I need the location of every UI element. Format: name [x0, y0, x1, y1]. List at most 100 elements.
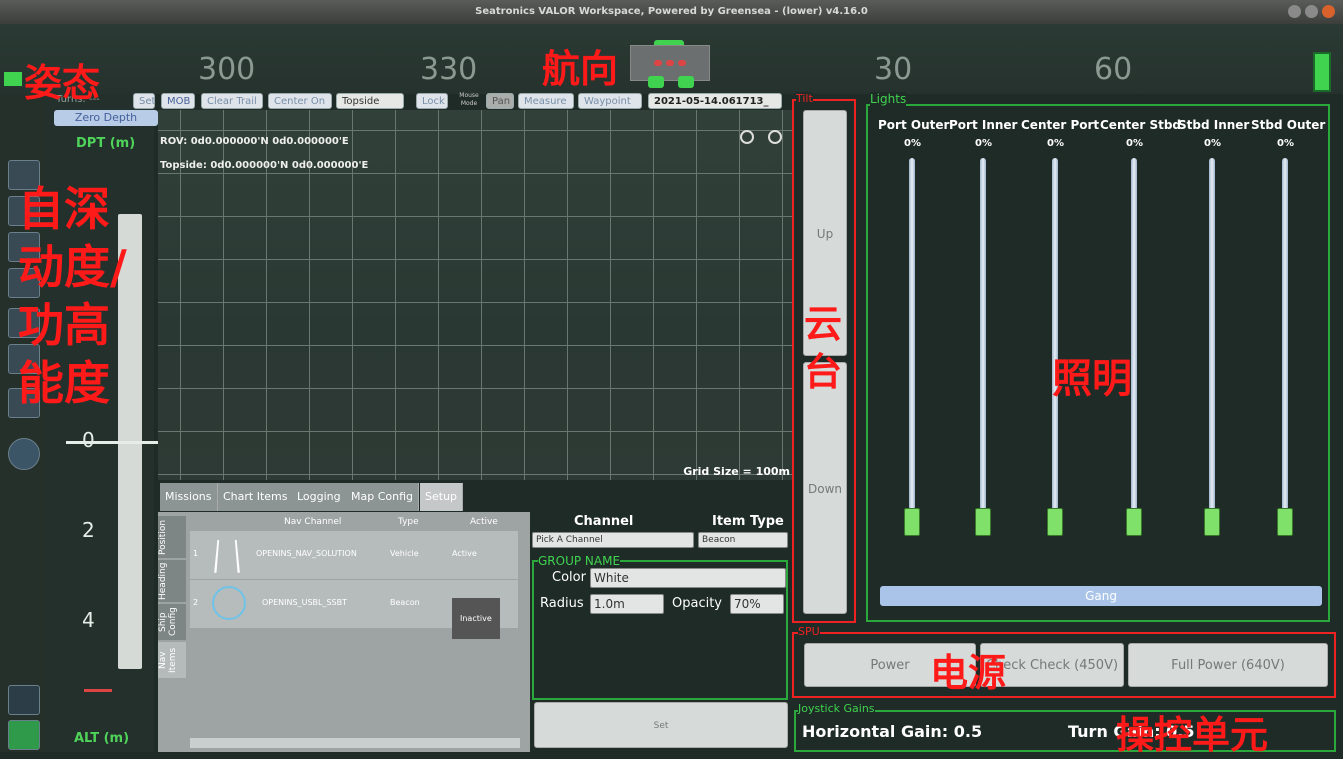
light-value: 0% [904, 138, 921, 149]
tab-missions[interactable]: Missions [160, 483, 218, 511]
light-slider-handle[interactable] [904, 508, 920, 536]
gang-toggle[interactable]: Gang [880, 586, 1322, 606]
grid-line [395, 110, 396, 480]
annotation-lighting: 照明 [1052, 356, 1132, 402]
window-title: Seatronics VALOR Workspace, Powered by G… [475, 6, 868, 17]
grid-line [567, 110, 568, 480]
table-row[interactable]: 1 OPENINS_NAV_SOLUTION Vehicle Active [190, 531, 518, 579]
light-value: 0% [1126, 138, 1143, 149]
grid-line [524, 110, 525, 480]
depth-scale-label: 4 [82, 608, 95, 632]
table-scrollbar[interactable] [190, 738, 520, 748]
annotation-heading: 航向 [542, 47, 619, 91]
tilt-down-button[interactable]: Down [803, 362, 847, 614]
light-slider-handle[interactable] [975, 508, 991, 536]
light-slider-track[interactable] [909, 158, 915, 518]
annotation-depth-altitude: 深度/高度 [64, 182, 127, 410]
light-slider-track[interactable] [980, 158, 986, 518]
set-group-button[interactable]: Set [534, 702, 788, 748]
light-label: Center Stbd [1100, 118, 1182, 132]
active-header: Active [470, 517, 498, 527]
channel-select[interactable]: Pick A Channel [532, 532, 694, 548]
light-slider-handle[interactable] [1277, 508, 1293, 536]
light-label: Stbd Outer [1251, 118, 1326, 132]
color-label: Color [552, 570, 586, 585]
pan-button[interactable]: Pan [486, 93, 514, 109]
annotation-power: 电源 [930, 651, 1007, 695]
heading-indicator [630, 45, 710, 81]
color-select[interactable]: White [590, 568, 786, 588]
nav-channel-header: Nav Channel [284, 517, 342, 527]
item-type-label: Item Type [712, 514, 784, 529]
depth-scale-label: 0 [82, 428, 95, 452]
zoom-in-icon[interactable] [740, 130, 754, 144]
close-button[interactable] [1322, 5, 1335, 18]
active-cell: Active [452, 549, 477, 558]
light-slider-handle[interactable] [1126, 508, 1142, 536]
opacity-spinbox[interactable]: 70% [730, 594, 784, 614]
beacon-icon [212, 586, 246, 620]
light-label: Port Inner [949, 118, 1018, 132]
channel-label: Channel [574, 514, 634, 529]
lock-button[interactable]: Lock [416, 93, 448, 109]
row-index: 2 [193, 598, 199, 607]
full-power-button[interactable]: Full Power (640V) [1128, 643, 1328, 687]
side-tab-heading[interactable]: Heading [158, 560, 186, 602]
center-target-select[interactable]: Topside [336, 93, 404, 109]
heading-marker-icon [648, 76, 664, 88]
side-tab-position[interactable]: Position [158, 516, 186, 558]
light-slider-track[interactable] [1209, 158, 1215, 518]
radius-spinbox[interactable]: 1.0m [590, 594, 664, 614]
status-icon[interactable] [8, 720, 40, 750]
light-label: Stbd Inner [1178, 118, 1250, 132]
grid-line [653, 110, 654, 480]
nav-channel-cell: OPENINS_NAV_SOLUTION [256, 549, 357, 558]
nav-map[interactable]: ROV: 0d0.000000'N 0d0.000000'E Topside: … [158, 110, 792, 480]
depth-gauge-pointer [66, 441, 162, 444]
light-slider-track[interactable] [1052, 158, 1058, 518]
minimize-button[interactable] [1288, 5, 1301, 18]
dpt-label: DPT (m) [76, 136, 136, 151]
light-label: Center Port [1021, 118, 1100, 132]
type-header: Type [398, 517, 419, 527]
heading-tick: 300 [198, 52, 256, 87]
group-name-title: GROUP NAME [538, 554, 621, 568]
zoom-out-icon[interactable] [768, 130, 782, 144]
panel-toggle-icon[interactable] [1313, 52, 1331, 92]
item-type-select[interactable]: Beacon [698, 532, 788, 548]
heading-tick: 330 [420, 52, 478, 87]
light-slider-track[interactable] [1131, 158, 1137, 518]
datetime-select[interactable]: 2021-05-14.061713_ [648, 93, 782, 109]
measure-button[interactable]: Measure [518, 93, 574, 109]
tab-logging[interactable]: Logging [292, 483, 347, 511]
set-button[interactable]: Set [133, 93, 155, 109]
waypoint-button[interactable]: Waypoint [578, 93, 642, 109]
mob-button[interactable]: MOB [161, 93, 195, 109]
side-tab-nav-items[interactable]: Nav Items [158, 642, 186, 678]
type-cell: Vehicle [390, 549, 419, 558]
tab-chart-items[interactable]: Chart Items [218, 483, 294, 511]
light-slider-handle[interactable] [1204, 508, 1220, 536]
active-cell[interactable]: Inactive [452, 598, 500, 639]
light-slider-handle[interactable] [1047, 508, 1063, 536]
spu-title: SPU [798, 625, 820, 638]
grid-line [696, 110, 697, 480]
tab-setup[interactable]: Setup [420, 483, 464, 511]
annotation-gimbal: 云台 [804, 302, 843, 394]
maximize-button[interactable] [1305, 5, 1318, 18]
stethoscope-icon[interactable] [8, 685, 40, 715]
clear-trail-button[interactable]: Clear Trail [201, 93, 263, 109]
grid-size-label: Grid Size = 100m [683, 465, 790, 478]
side-tab-ship-config[interactable]: Ship Config [158, 604, 186, 640]
heading-tick: 60 [1094, 52, 1133, 87]
annotation-attitude: 姿态 [24, 61, 101, 105]
center-on-button[interactable]: Center On [268, 93, 332, 109]
light-slider-track[interactable] [1282, 158, 1288, 518]
tab-map-config[interactable]: Map Config [346, 483, 420, 511]
type-cell: Beacon [390, 598, 420, 607]
radius-label: Radius [540, 596, 584, 611]
target-icon[interactable] [8, 438, 40, 470]
table-row[interactable]: 2 OPENINS_USBL_SSBT Beacon Inactive [190, 580, 518, 639]
zero-depth-button[interactable]: Zero Depth [54, 110, 158, 126]
light-label: Port Outer [878, 118, 950, 132]
